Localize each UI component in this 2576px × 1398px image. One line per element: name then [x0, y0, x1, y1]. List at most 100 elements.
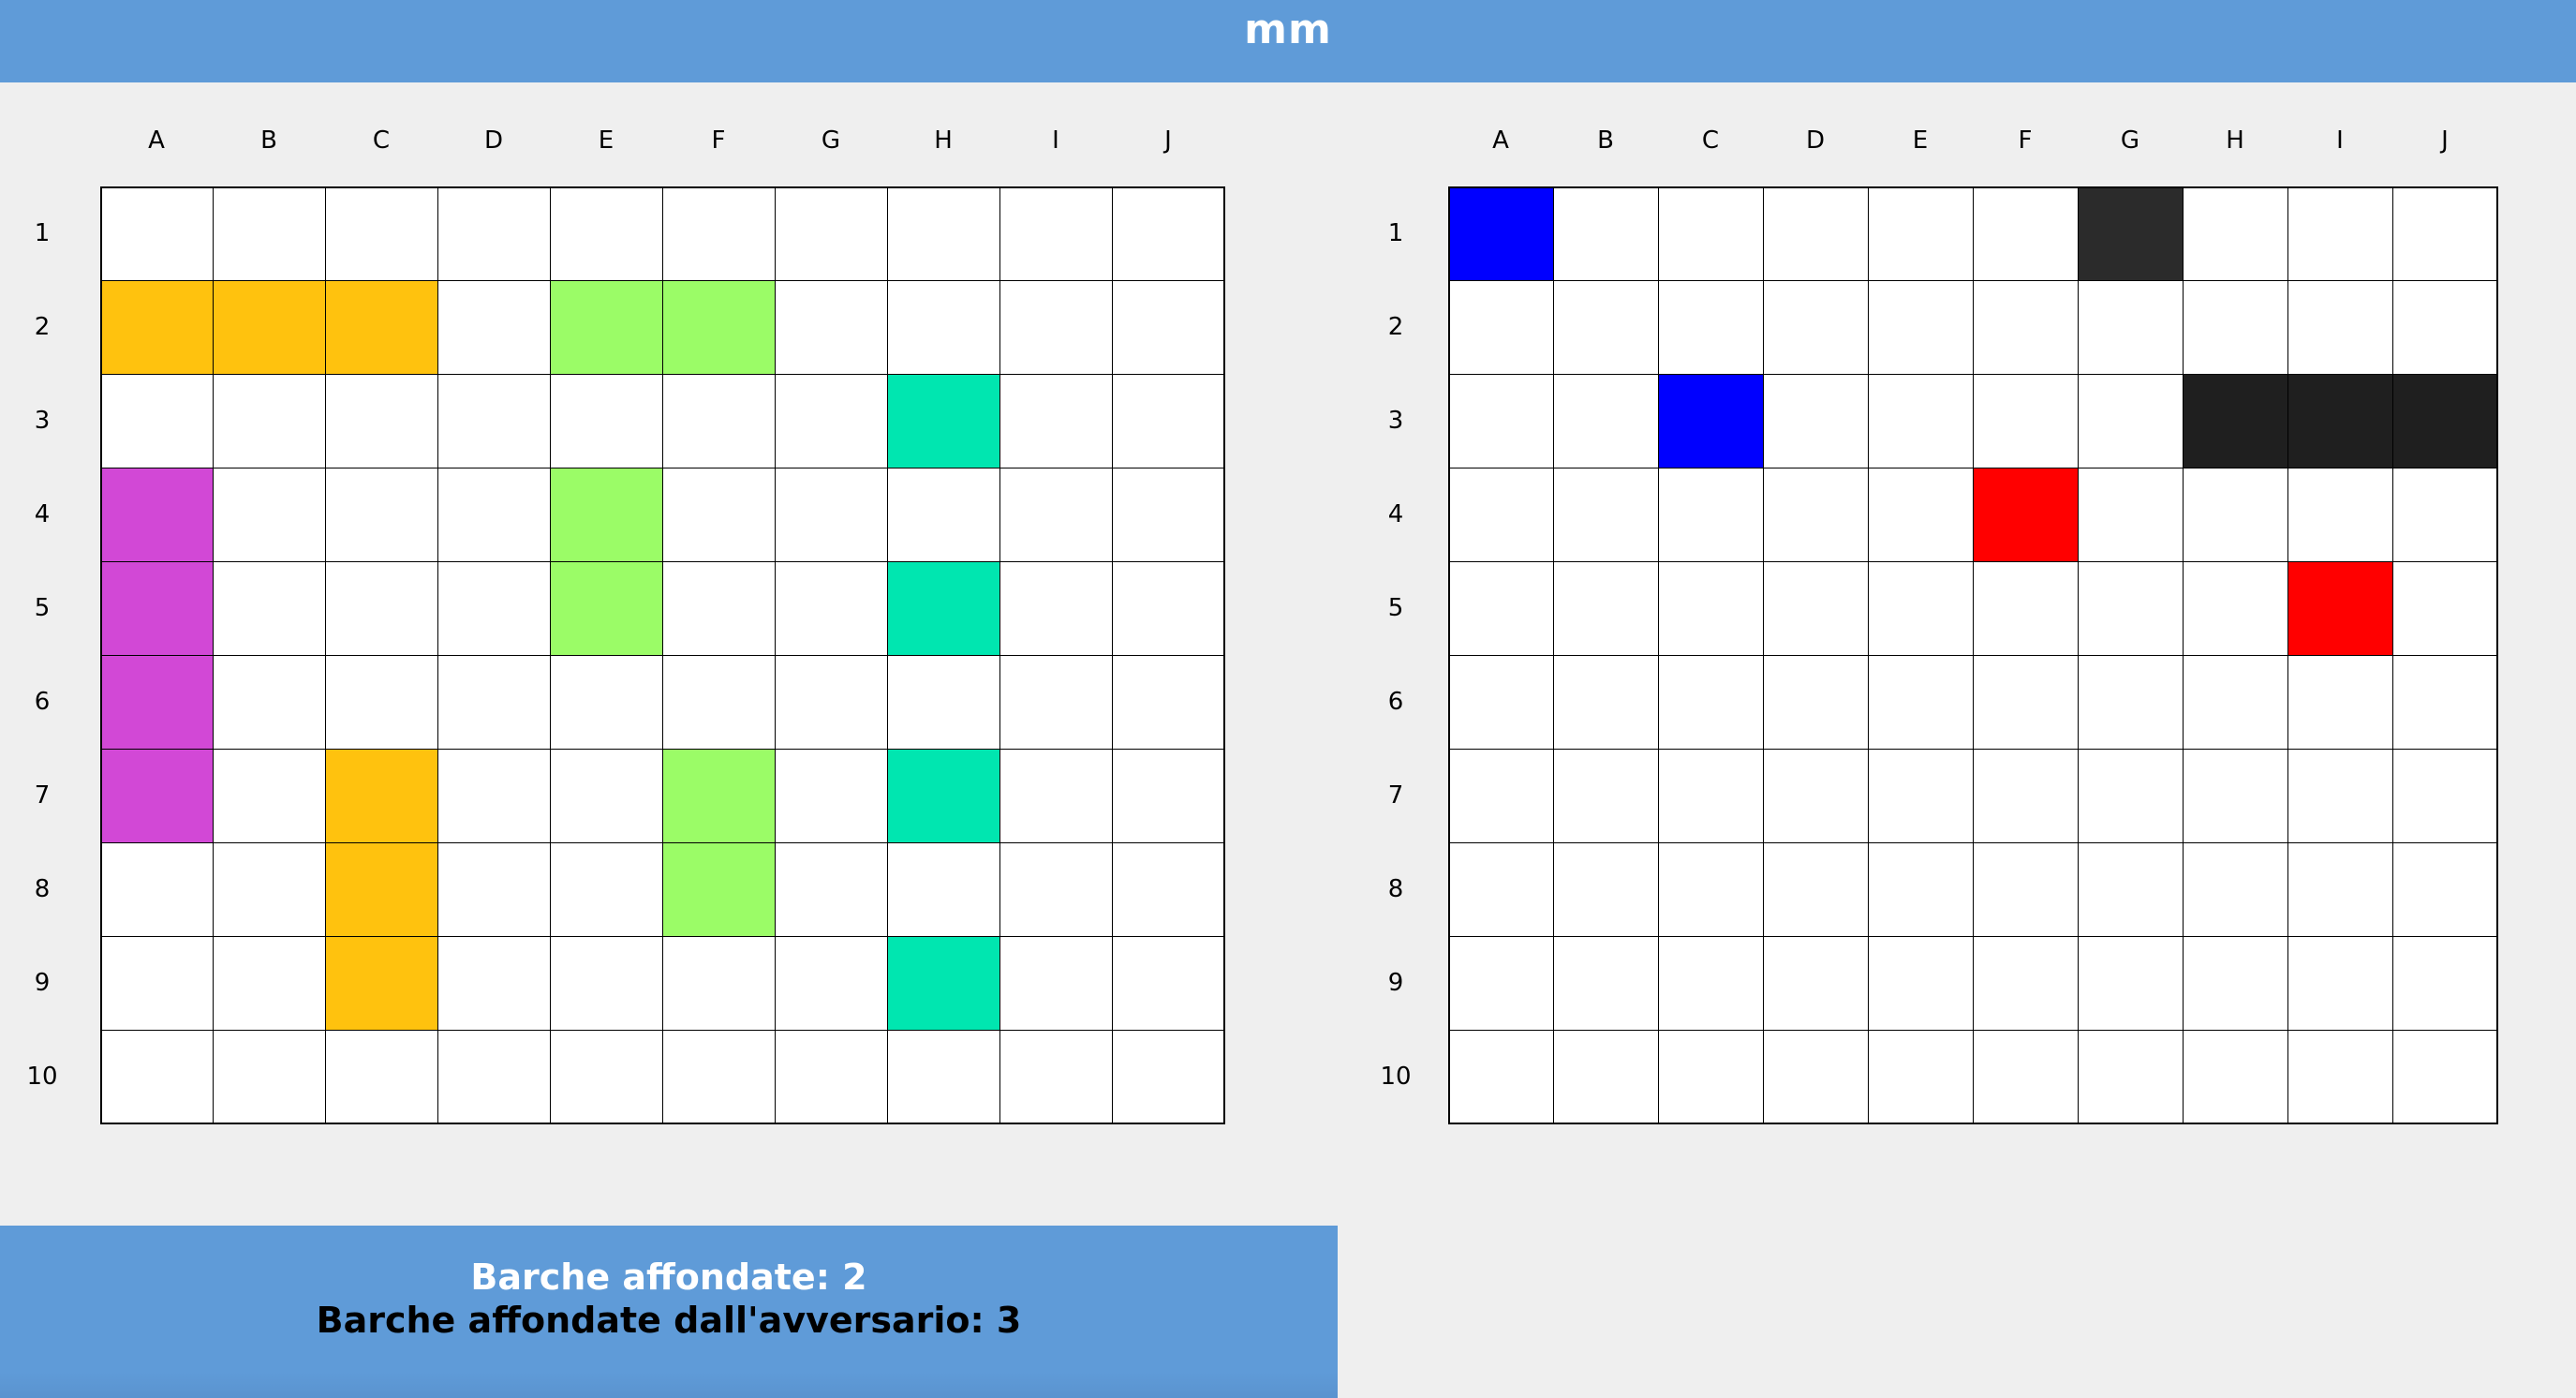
opponent-board-cell-j1[interactable] — [2392, 186, 2498, 281]
opponent-board-cell-d9[interactable] — [1763, 936, 1869, 1031]
opponent-board-cell-e8[interactable] — [1868, 842, 1974, 937]
opponent-board-cell-b1[interactable] — [1553, 186, 1659, 281]
opponent-board-cell-f6[interactable] — [1973, 655, 2079, 750]
opponent-board-cell-e1[interactable] — [1868, 186, 1974, 281]
opponent-board-cell-e6[interactable] — [1868, 655, 1974, 750]
opponent-board-cell-h5[interactable] — [2183, 561, 2288, 656]
opponent-board-cell-h4[interactable] — [2183, 468, 2288, 562]
opponent-board-cell-d2[interactable] — [1763, 280, 1869, 375]
opponent-board-cell-h6[interactable] — [2183, 655, 2288, 750]
opponent-board-cell-e4[interactable] — [1868, 468, 1974, 562]
opponent-board-cell-j4[interactable] — [2392, 468, 2498, 562]
opponent-board-cell-d7[interactable] — [1763, 749, 1869, 843]
opponent-board-cell-e3[interactable] — [1868, 374, 1974, 468]
opponent-board-cell-f3[interactable] — [1973, 374, 2079, 468]
opponent-board-cell-c8[interactable] — [1658, 842, 1764, 937]
opponent-board-cell-c2[interactable] — [1658, 280, 1764, 375]
opponent-board-cell-g2[interactable] — [2078, 280, 2184, 375]
opponent-board-cell-c7[interactable] — [1658, 749, 1764, 843]
opponent-board-cell-g3[interactable] — [2078, 374, 2184, 468]
opponent-board-cell-i7[interactable] — [2287, 749, 2393, 843]
opponent-board-cell-i8[interactable] — [2287, 842, 2393, 937]
opponent-board-cell-a7[interactable] — [1448, 749, 1554, 843]
opponent-board-cell-g8[interactable] — [2078, 842, 2184, 937]
opponent-board-cell-i4[interactable] — [2287, 468, 2393, 562]
opponent-board-cell-a2[interactable] — [1448, 280, 1554, 375]
opponent-board-cell-d1[interactable] — [1763, 186, 1869, 281]
opponent-board-cell-f7[interactable] — [1973, 749, 2079, 843]
opponent-board-cell-f4[interactable] — [1973, 468, 2079, 562]
opponent-board-cell-e10[interactable] — [1868, 1030, 1974, 1124]
opponent-board-cell-f2[interactable] — [1973, 280, 2079, 375]
opponent-board-cell-h10[interactable] — [2183, 1030, 2288, 1124]
opponent-board-cell-a10[interactable] — [1448, 1030, 1554, 1124]
opponent-board-cell-c4[interactable] — [1658, 468, 1764, 562]
opponent-board-cell-f5[interactable] — [1973, 561, 2079, 656]
opponent-board-cell-a8[interactable] — [1448, 842, 1554, 937]
opponent-board-cell-j9[interactable] — [2392, 936, 2498, 1031]
opponent-board-cell-i3[interactable] — [2287, 374, 2393, 468]
opponent-board-cell-i9[interactable] — [2287, 936, 2393, 1031]
opponent-board-cell-b10[interactable] — [1553, 1030, 1659, 1124]
opponent-board-cell-e9[interactable] — [1868, 936, 1974, 1031]
opponent-board-cell-e5[interactable] — [1868, 561, 1974, 656]
opponent-board-cell-b6[interactable] — [1553, 655, 1659, 750]
opponent-board-cell-c10[interactable] — [1658, 1030, 1764, 1124]
opponent-board-cell-a5[interactable] — [1448, 561, 1554, 656]
opponent-board-cell-d10[interactable] — [1763, 1030, 1869, 1124]
opponent-board-cell-e2[interactable] — [1868, 280, 1974, 375]
opponent-board-cell-c1[interactable] — [1658, 186, 1764, 281]
opponent-board-cell-g1[interactable] — [2078, 186, 2184, 281]
opponent-board-cell-i6[interactable] — [2287, 655, 2393, 750]
opponent-board-cell-f10[interactable] — [1973, 1030, 2079, 1124]
opponent-board-cell-b3[interactable] — [1553, 374, 1659, 468]
opponent-board-cell-g5[interactable] — [2078, 561, 2184, 656]
opponent-board-cell-h2[interactable] — [2183, 280, 2288, 375]
opponent-board-cell-h3[interactable] — [2183, 374, 2288, 468]
opponent-board-cell-d8[interactable] — [1763, 842, 1869, 937]
opponent-board-cell-b7[interactable] — [1553, 749, 1659, 843]
opponent-board-cell-h1[interactable] — [2183, 186, 2288, 281]
opponent-board-cell-h8[interactable] — [2183, 842, 2288, 937]
opponent-board-cell-a1[interactable] — [1448, 186, 1554, 281]
opponent-board-cell-d4[interactable] — [1763, 468, 1869, 562]
opponent-board-cell-d6[interactable] — [1763, 655, 1869, 750]
opponent-board-cell-g7[interactable] — [2078, 749, 2184, 843]
opponent-board-cell-j6[interactable] — [2392, 655, 2498, 750]
opponent-board-cell-g9[interactable] — [2078, 936, 2184, 1031]
opponent-board-cell-j10[interactable] — [2392, 1030, 2498, 1124]
opponent-board-cell-d5[interactable] — [1763, 561, 1869, 656]
opponent-board-cell-b8[interactable] — [1553, 842, 1659, 937]
opponent-board-cell-a3[interactable] — [1448, 374, 1554, 468]
opponent-board-cell-d3[interactable] — [1763, 374, 1869, 468]
opponent-board-cell-i5[interactable] — [2287, 561, 2393, 656]
opponent-board-cell-h9[interactable] — [2183, 936, 2288, 1031]
opponent-board-cell-i2[interactable] — [2287, 280, 2393, 375]
opponent-board-cell-c5[interactable] — [1658, 561, 1764, 656]
opponent-board-cell-g4[interactable] — [2078, 468, 2184, 562]
opponent-board-cell-j3[interactable] — [2392, 374, 2498, 468]
opponent-board-cell-f1[interactable] — [1973, 186, 2079, 281]
opponent-board-cell-a4[interactable] — [1448, 468, 1554, 562]
opponent-board-cell-g6[interactable] — [2078, 655, 2184, 750]
opponent-board-cell-j8[interactable] — [2392, 842, 2498, 937]
opponent-board-cell-a6[interactable] — [1448, 655, 1554, 750]
opponent-board-cell-b5[interactable] — [1553, 561, 1659, 656]
opponent-board-cell-e7[interactable] — [1868, 749, 1974, 843]
opponent-board-cell-i10[interactable] — [2287, 1030, 2393, 1124]
opponent-board-cell-b4[interactable] — [1553, 468, 1659, 562]
opponent-board-cell-c3[interactable] — [1658, 374, 1764, 468]
opponent-board-cell-j7[interactable] — [2392, 749, 2498, 843]
opponent-board-cell-h7[interactable] — [2183, 749, 2288, 843]
opponent-board-cell-f8[interactable] — [1973, 842, 2079, 937]
opponent-board-cell-j2[interactable] — [2392, 280, 2498, 375]
opponent-board-cell-j5[interactable] — [2392, 561, 2498, 656]
opponent-board-cell-a9[interactable] — [1448, 936, 1554, 1031]
opponent-board-cell-i1[interactable] — [2287, 186, 2393, 281]
opponent-board-cell-c9[interactable] — [1658, 936, 1764, 1031]
opponent-board-cell-b2[interactable] — [1553, 280, 1659, 375]
opponent-board-cell-f9[interactable] — [1973, 936, 2079, 1031]
opponent-board-cell-g10[interactable] — [2078, 1030, 2184, 1124]
opponent-board-cell-b9[interactable] — [1553, 936, 1659, 1031]
opponent-board-cell-c6[interactable] — [1658, 655, 1764, 750]
